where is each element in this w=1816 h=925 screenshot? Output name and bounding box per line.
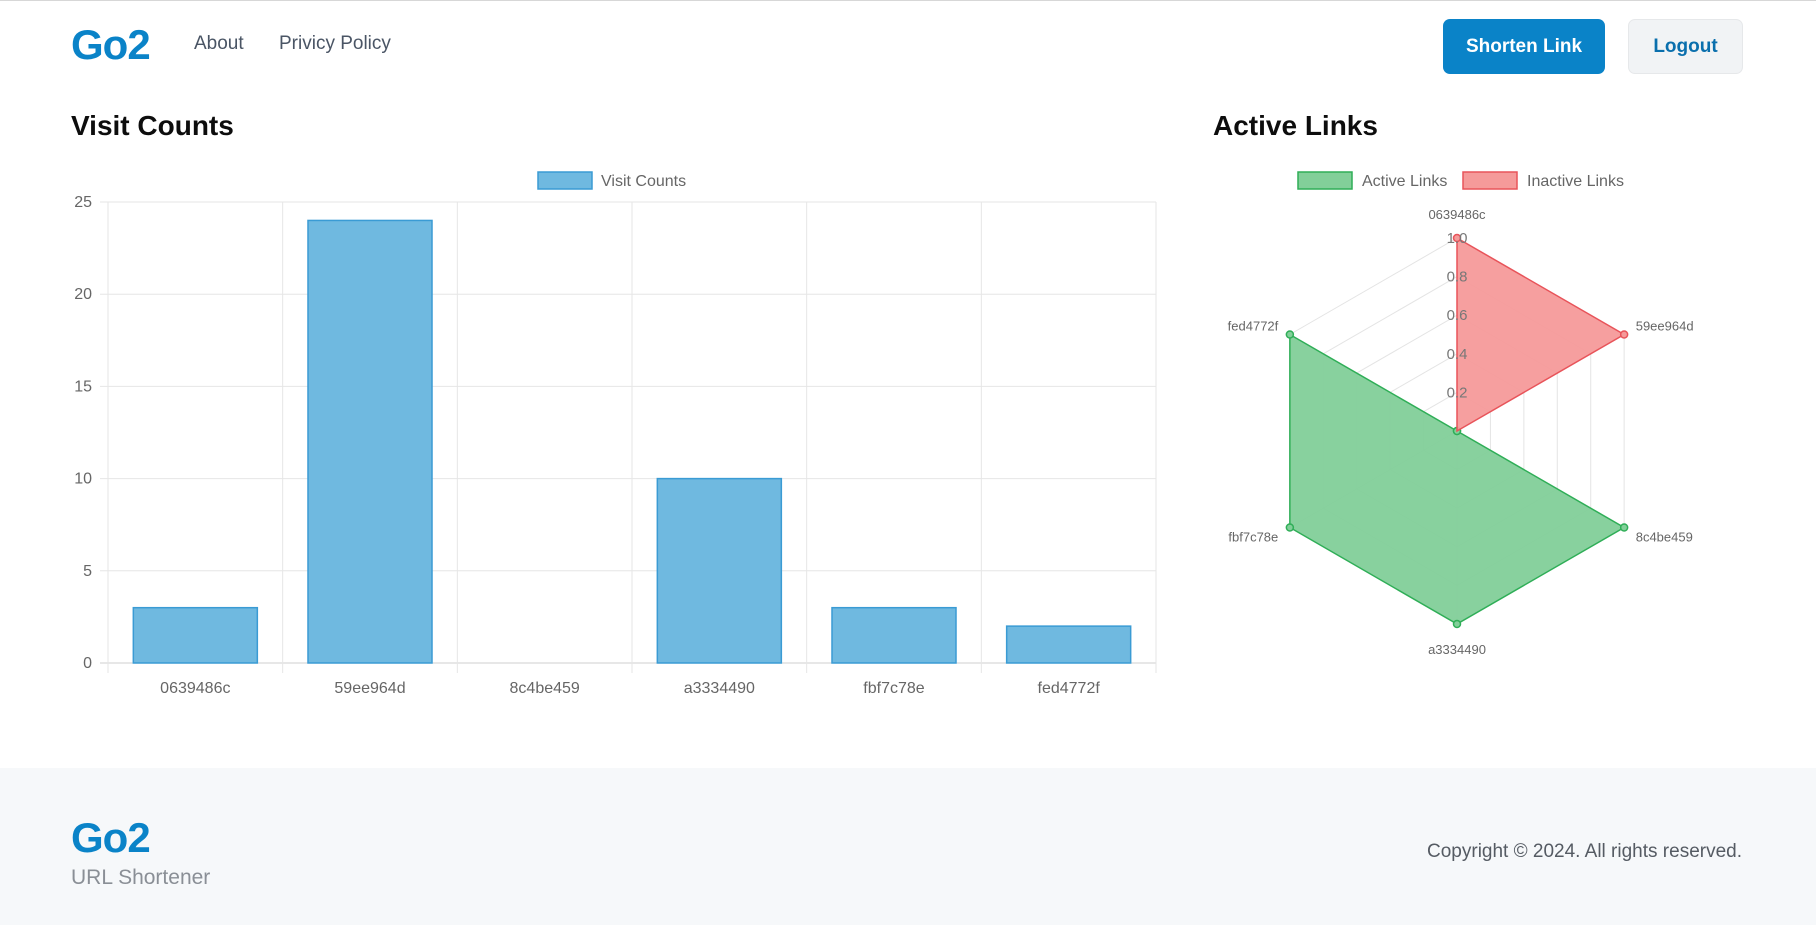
bar-fed4772f <box>1005 625 1132 664</box>
logo[interactable]: Go2 <box>71 21 151 69</box>
x-tick-label: a3334490 <box>684 680 755 697</box>
radar-tick-label: 0.8 <box>1447 269 1468 286</box>
radar-tick-label: 0.2 <box>1447 384 1468 401</box>
radar-point <box>1619 330 1629 339</box>
radar-tick-label: 0.6 <box>1447 307 1468 324</box>
active-links-title: Active Links <box>1213 110 1378 141</box>
x-tick-label: fed4772f <box>1038 680 1101 697</box>
bar-59ee964d <box>307 219 433 664</box>
bar-a3334490 <box>656 477 783 664</box>
radar-point <box>1285 330 1295 339</box>
site-footer: Go2 URL Shortener Copyright © 2024. All … <box>0 768 1816 925</box>
radar-legend: Active Links Inactive Links <box>1297 171 1624 190</box>
footer-tagline: URL Shortener <box>71 866 211 889</box>
visit-counts-title: Visit Counts <box>71 110 234 141</box>
legend-swatch-visit-counts <box>537 171 593 190</box>
radar-point <box>1619 523 1629 532</box>
y-tick-label: 5 <box>83 563 92 580</box>
legend-swatch-active <box>1297 171 1353 190</box>
y-tick-label: 25 <box>74 194 92 211</box>
radar-tick-label: 0.4 <box>1447 346 1468 363</box>
y-tick-label: 10 <box>74 471 92 488</box>
radar-axis-label: a3334490 <box>1428 642 1486 657</box>
radar-axis-label: 59ee964d <box>1636 319 1694 334</box>
legend-label-visit-counts: Visit Counts <box>601 173 686 190</box>
footer-logo: Go2 <box>71 814 151 861</box>
bar-legend: Visit Counts <box>537 171 686 190</box>
visit-counts-chart: 0 5 10 15 20 25 0639486c 59ee964d 8c4be459 a33344… <box>74 171 1157 697</box>
legend-label-active: Active Links <box>1362 173 1447 190</box>
x-tick-label: fbf7c78e <box>863 680 924 697</box>
radar-axis-label: 8c4be459 <box>1636 530 1693 545</box>
x-tick-label: 0639486c <box>160 680 230 697</box>
legend-label-inactive: Inactive Links <box>1527 173 1624 190</box>
x-tick-label: 59ee964d <box>334 680 405 697</box>
y-tick-label: 20 <box>74 286 92 303</box>
legend-swatch-inactive <box>1462 171 1518 190</box>
radar-area-inactive <box>1456 236 1626 433</box>
active-links-chart: 0.2 0.4 0.6 0.8 1.0 0639486c 59ee964d 8c4be459 a… <box>1228 171 1694 657</box>
logout-button[interactable]: Logout <box>1628 19 1743 74</box>
radar-point <box>1285 523 1295 532</box>
footer-copyright: Copyright © 2024. All rights reserved. <box>1427 841 1742 862</box>
nav-privacy-link[interactable]: Privicy Policy <box>279 33 391 55</box>
site-header: Go2 About Privicy Policy Shorten Link Lo… <box>0 1 1816 89</box>
radar-axis-label: 0639486c <box>1428 207 1486 222</box>
bar-0639486c <box>132 606 259 664</box>
y-tick-label: 15 <box>74 378 92 395</box>
y-tick-label: 0 <box>83 655 92 672</box>
shorten-link-button[interactable]: Shorten Link <box>1443 19 1605 74</box>
bar-fbf7c78e <box>831 606 957 664</box>
x-tick-label: 8c4be459 <box>510 680 580 697</box>
radar-axis-label: fbf7c78e <box>1228 530 1278 545</box>
radar-tick-label: 1.0 <box>1447 230 1468 247</box>
nav-about-link[interactable]: About <box>194 33 244 55</box>
radar-axis-label: fed4772f <box>1228 319 1279 334</box>
radar-point <box>1452 619 1462 629</box>
